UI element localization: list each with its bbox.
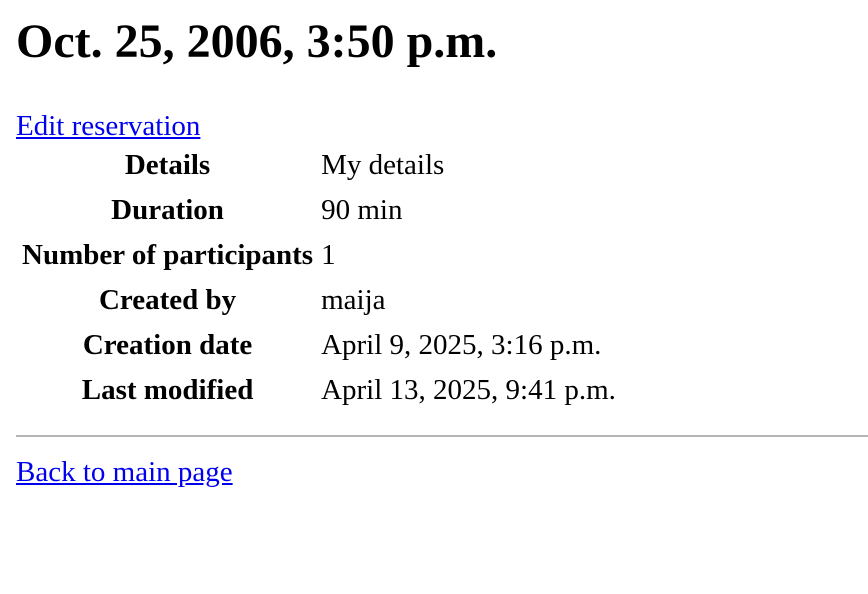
- details-value: My details: [321, 149, 445, 182]
- table-row: Creation date April 9, 2025, 3:16 p.m.: [22, 323, 616, 368]
- reservation-details-table: Details My details Duration 90 min Numbe…: [16, 143, 622, 413]
- page-title: Oct. 25, 2006, 3:50 p.m.: [16, 15, 498, 68]
- duration-label: Duration: [111, 194, 224, 227]
- details-label: Details: [124, 149, 211, 182]
- back-to-main-page-link[interactable]: Back to main page: [16, 455, 233, 489]
- duration-value: 90 min: [321, 194, 403, 227]
- table-row: Created by maija: [22, 278, 616, 323]
- table-row: Number of participants 1: [22, 233, 616, 278]
- table-row: Duration 90 min: [22, 188, 616, 233]
- edit-reservation-link[interactable]: Edit reservation: [16, 109, 200, 143]
- table-row: Last modified April 13, 2025, 9:41 p.m.: [22, 368, 616, 413]
- creation-date-value: April 9, 2025, 3:16 p.m.: [321, 329, 602, 362]
- divider: [16, 435, 868, 438]
- last-modified-label: Last modified: [81, 374, 254, 407]
- table-row: Details My details: [22, 143, 616, 188]
- created-by-label: Created by: [98, 284, 237, 317]
- last-modified-value: April 13, 2025, 9:41 p.m.: [321, 374, 616, 407]
- creation-date-label: Creation date: [82, 329, 253, 362]
- participants-label: Number of participants: [22, 239, 314, 272]
- participants-value: 1: [321, 239, 336, 272]
- created-by-value: maija: [321, 284, 386, 317]
